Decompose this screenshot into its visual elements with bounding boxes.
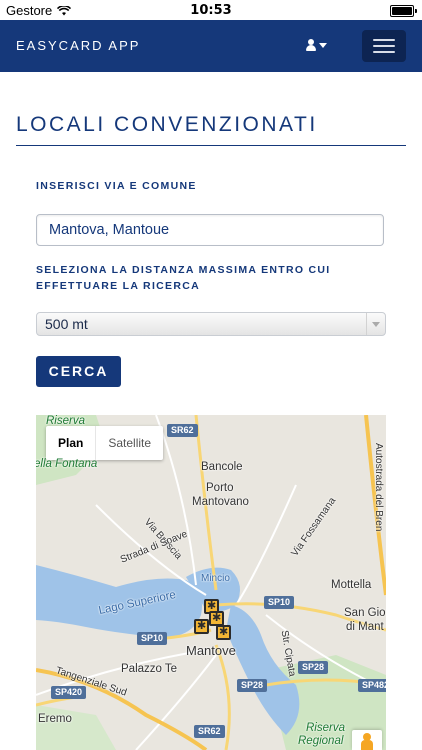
map-type-plan[interactable]: Plan — [46, 426, 95, 460]
app-brand[interactable]: EASYCARD APP — [16, 38, 140, 53]
map-label: Mincio — [201, 573, 230, 584]
address-label: INSERISCI VIA E COMUNE — [36, 180, 197, 192]
map-label: Mottella — [331, 579, 372, 591]
road-shield: SR62 — [194, 725, 225, 738]
hamburger-menu-button[interactable] — [362, 30, 406, 62]
distance-label-line2: EFFETTUARE LA RICERCA — [36, 280, 200, 292]
road-shield: SP482 — [358, 679, 386, 692]
user-icon — [306, 39, 316, 51]
venue-marker[interactable] — [209, 611, 224, 626]
caret-down-icon — [319, 42, 327, 48]
road-shield: SP10 — [137, 632, 168, 645]
map-label: di Mant — [346, 621, 384, 633]
distance-select-value: 500 mt — [45, 316, 88, 332]
venue-marker[interactable] — [194, 619, 209, 634]
street-view-pegman-icon[interactable] — [352, 730, 382, 750]
user-menu-button[interactable] — [306, 36, 332, 54]
map-label: Eremo — [38, 713, 72, 725]
search-button[interactable]: CERCA — [36, 356, 121, 387]
clock: 10:53 — [190, 3, 232, 18]
page-title: LOCALI CONVENZIONATI — [16, 113, 318, 136]
title-divider — [16, 145, 406, 146]
map-label: Autostrada del Bren — [373, 443, 384, 532]
map-label: Regional — [298, 735, 344, 747]
map-view[interactable]: Plan Satellite Riserva ella Fontana Banc… — [36, 415, 386, 750]
address-input[interactable]: Mantova, Mantoue — [36, 214, 384, 246]
distance-select[interactable]: 500 mt — [36, 312, 386, 336]
map-label: ella Fontana — [36, 458, 98, 470]
venue-marker[interactable] — [216, 625, 231, 640]
map-label: Palazzo Te — [121, 663, 178, 675]
map-label: Bancole — [201, 461, 243, 473]
distance-label-line1: SELEZIONA LA DISTANZA MASSIMA ENTRO CUI — [36, 264, 331, 276]
chevron-down-icon — [372, 322, 380, 327]
battery-icon — [390, 5, 417, 17]
road-shield: SP420 — [51, 686, 87, 699]
map-label: Riserva — [306, 722, 345, 734]
app-navbar: EASYCARD APP — [0, 20, 422, 72]
road-shield: SP28 — [237, 679, 268, 692]
map-type-toggle: Plan Satellite — [46, 426, 164, 460]
road-shield: SP28 — [298, 661, 329, 674]
green-area — [36, 705, 116, 750]
map-label: Mantove — [186, 643, 236, 658]
map-label: Porto — [206, 482, 234, 494]
road-shield: SP10 — [264, 596, 295, 609]
map-label: Riserva — [46, 415, 85, 427]
road-shield: SR62 — [167, 424, 198, 437]
map-label: Mantovano — [192, 496, 249, 508]
distance-label: SELEZIONA LA DISTANZA MASSIMA ENTRO CUI … — [36, 262, 356, 294]
map-type-satellite[interactable]: Satellite — [95, 426, 163, 460]
status-bar: Gestore 10:53 — [0, 0, 422, 20]
map-label: San Gio — [344, 607, 386, 619]
